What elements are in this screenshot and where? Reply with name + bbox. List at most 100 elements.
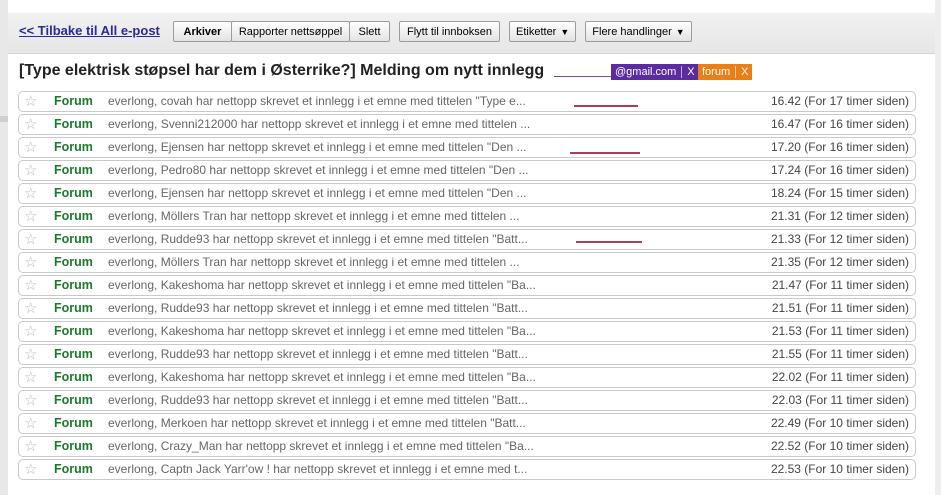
message-snippet: everlong, Möllers Tran har nettopp skrev… — [108, 255, 520, 269]
forum-label-chip[interactable]: forum X — [698, 64, 753, 80]
message-sender: Forum — [54, 232, 93, 246]
message-snippet: everlong, Kakeshoma har nettopp skrevet … — [108, 370, 536, 384]
message-row[interactable]: ☆ Forum everlong, Möllers Tran har nettopp… — [18, 206, 916, 227]
message-time: 22.03 (For 11 timer siden) — [771, 393, 909, 407]
labels-dropdown-label: Etiketter — [516, 26, 557, 38]
thread-subject: [Type elektrisk støpsel har dem i Østerr… — [19, 62, 545, 79]
star-icon[interactable]: ☆ — [24, 161, 37, 180]
message-time: 22.02 (For 11 timer siden) — [771, 370, 909, 384]
message-sender: Forum — [54, 140, 93, 154]
message-row[interactable]: ☆ Forum everlong, Merkoen har nettopp skre… — [18, 413, 916, 434]
message-row[interactable]: ☆ Forum everlong, Crazy_Man har nettopp sk… — [18, 436, 916, 457]
labels-dropdown-button[interactable]: Etiketter ▼ — [509, 21, 576, 42]
message-snippet: everlong, Svenni212000 har nettopp skrev… — [108, 117, 531, 131]
message-list: ☆ Forum everlong, covah har nettopp skreve… — [18, 91, 916, 482]
chevron-down-icon: ▼ — [675, 27, 685, 37]
star-icon[interactable]: ☆ — [24, 276, 37, 295]
annotation-underline — [570, 152, 640, 154]
message-sender: Forum — [54, 117, 93, 131]
message-snippet: everlong, Rudde93 har nettopp skrevet et… — [108, 347, 528, 361]
star-icon[interactable]: ☆ — [24, 460, 37, 479]
message-sender: Forum — [54, 278, 93, 292]
message-sender: Forum — [54, 347, 93, 361]
message-sender: Forum — [54, 370, 93, 384]
message-snippet: everlong, Ejensen har nettopp skrevet et… — [108, 140, 527, 154]
more-actions-dropdown-button[interactable]: Flere handlinger ▼ — [585, 21, 692, 42]
remove-forum-label-icon[interactable]: X — [735, 66, 749, 78]
star-icon[interactable]: ☆ — [24, 184, 37, 203]
star-icon[interactable]: ☆ — [24, 368, 37, 387]
redaction-mark — [554, 76, 618, 77]
message-time: 17.24 (For 16 timer siden) — [770, 163, 909, 177]
message-snippet: everlong, Ejensen har nettopp skrevet et… — [108, 186, 527, 200]
delete-button[interactable]: Slett — [349, 21, 390, 42]
email-label-chip[interactable]: @gmail.com X — [611, 64, 699, 80]
message-row[interactable]: ☆ Forum everlong, Pedro80 har nettopp skre… — [18, 160, 916, 181]
star-icon[interactable]: ☆ — [24, 345, 37, 364]
message-time: 22.53 (For 10 timer siden) — [770, 462, 909, 476]
message-sender: Forum — [54, 163, 93, 177]
star-icon[interactable]: ☆ — [24, 322, 37, 341]
star-icon[interactable]: ☆ — [24, 230, 37, 249]
scrollbar-edge[interactable] — [935, 0, 941, 495]
message-snippet: everlong, Kakeshoma har nettopp skrevet … — [108, 324, 536, 338]
message-panel: << Tilbake til All e-post Arkiver Rappor… — [8, 0, 935, 495]
star-icon[interactable]: ☆ — [24, 92, 37, 111]
star-icon[interactable]: ☆ — [24, 138, 37, 157]
archive-button[interactable]: Arkiver — [173, 21, 232, 42]
email-label-text: @gmail.com — [615, 66, 677, 78]
remove-email-label-icon[interactable]: X — [681, 66, 695, 78]
message-row[interactable]: ☆ Forum everlong, Rudde93 har nettopp skre… — [18, 390, 916, 411]
star-icon[interactable]: ☆ — [24, 391, 37, 410]
star-icon[interactable]: ☆ — [24, 207, 37, 226]
message-snippet: everlong, Rudde93 har nettopp skrevet et… — [108, 301, 528, 315]
message-row[interactable]: ☆ Forum everlong, Captn Jack Yarr'ow ! har… — [18, 459, 916, 480]
annotation-underline — [576, 241, 642, 243]
message-row[interactable]: ☆ Forum everlong, Ejensen har nettopp skre… — [18, 137, 916, 158]
message-sender: Forum — [54, 209, 93, 223]
message-sender: Forum — [54, 462, 93, 476]
forum-label-text: forum — [702, 66, 731, 78]
message-sender: Forum — [54, 439, 93, 453]
back-to-all-mail-link[interactable]: << Tilbake til All e-post — [19, 23, 160, 38]
message-row[interactable]: ☆ Forum everlong, Rudde93 har nettopp skre… — [18, 298, 916, 319]
message-time: 16.47 (For 16 timer siden) — [770, 117, 909, 131]
star-icon[interactable]: ☆ — [24, 299, 37, 318]
message-sender: Forum — [54, 301, 93, 315]
message-row[interactable]: ☆ Forum everlong, Kakeshoma har nettopp sk… — [18, 275, 916, 296]
message-sender: Forum — [54, 416, 93, 430]
message-snippet: everlong, Captn Jack Yarr'ow ! har netto… — [108, 462, 528, 476]
message-sender: Forum — [54, 393, 93, 407]
message-time: 21.33 (For 12 timer siden) — [770, 232, 909, 246]
star-icon[interactable]: ☆ — [24, 414, 37, 433]
message-row[interactable]: ☆ Forum everlong, Ejensen har nettopp skre… — [18, 183, 916, 204]
message-row[interactable]: ☆ Forum everlong, Möllers Tran har nettopp… — [18, 252, 916, 273]
message-time: 18.24 (For 15 timer siden) — [770, 186, 909, 200]
message-row[interactable]: ☆ Forum everlong, covah har nettopp skreve… — [18, 91, 916, 112]
message-snippet: everlong, Merkoen har nettopp skrevet et… — [108, 416, 526, 430]
more-actions-label: Flere handlinger — [592, 26, 672, 38]
report-spam-button[interactable]: Rapporter nettsøppel — [231, 21, 350, 42]
message-row[interactable]: ☆ Forum everlong, Kakeshoma har nettopp sk… — [18, 321, 916, 342]
message-snippet: everlong, covah har nettopp skrevet et i… — [108, 94, 526, 108]
message-row[interactable]: ☆ Forum everlong, Svenni212000 har nettopp… — [18, 114, 916, 135]
message-time: 21.51 (For 11 timer siden) — [771, 301, 909, 315]
message-snippet: everlong, Pedro80 har nettopp skrevet et… — [108, 163, 529, 177]
message-row[interactable]: ☆ Forum everlong, Kakeshoma har nettopp sk… — [18, 367, 916, 388]
message-row[interactable]: ☆ Forum everlong, Rudde93 har nettopp skre… — [18, 229, 916, 250]
message-row[interactable]: ☆ Forum everlong, Rudde93 har nettopp skre… — [18, 344, 916, 365]
action-toolbar: << Tilbake til All e-post Arkiver Rappor… — [8, 13, 935, 54]
star-icon[interactable]: ☆ — [24, 115, 37, 134]
left-rail — [0, 0, 8, 495]
message-snippet: everlong, Crazy_Man har nettopp skrevet … — [108, 439, 534, 453]
message-time: 21.53 (For 11 timer siden) — [771, 324, 909, 338]
message-time: 22.52 (For 10 timer siden) — [770, 439, 909, 453]
message-sender: Forum — [54, 255, 93, 269]
message-snippet: everlong, Möllers Tran har nettopp skrev… — [108, 209, 520, 223]
move-to-inbox-button[interactable]: Flytt til innboksen — [399, 21, 500, 42]
message-time: 21.47 (For 11 timer siden) — [771, 278, 909, 292]
star-icon[interactable]: ☆ — [24, 253, 37, 272]
star-icon[interactable]: ☆ — [24, 437, 37, 456]
message-time: 22.49 (For 10 timer siden) — [770, 416, 909, 430]
message-sender: Forum — [54, 324, 93, 338]
